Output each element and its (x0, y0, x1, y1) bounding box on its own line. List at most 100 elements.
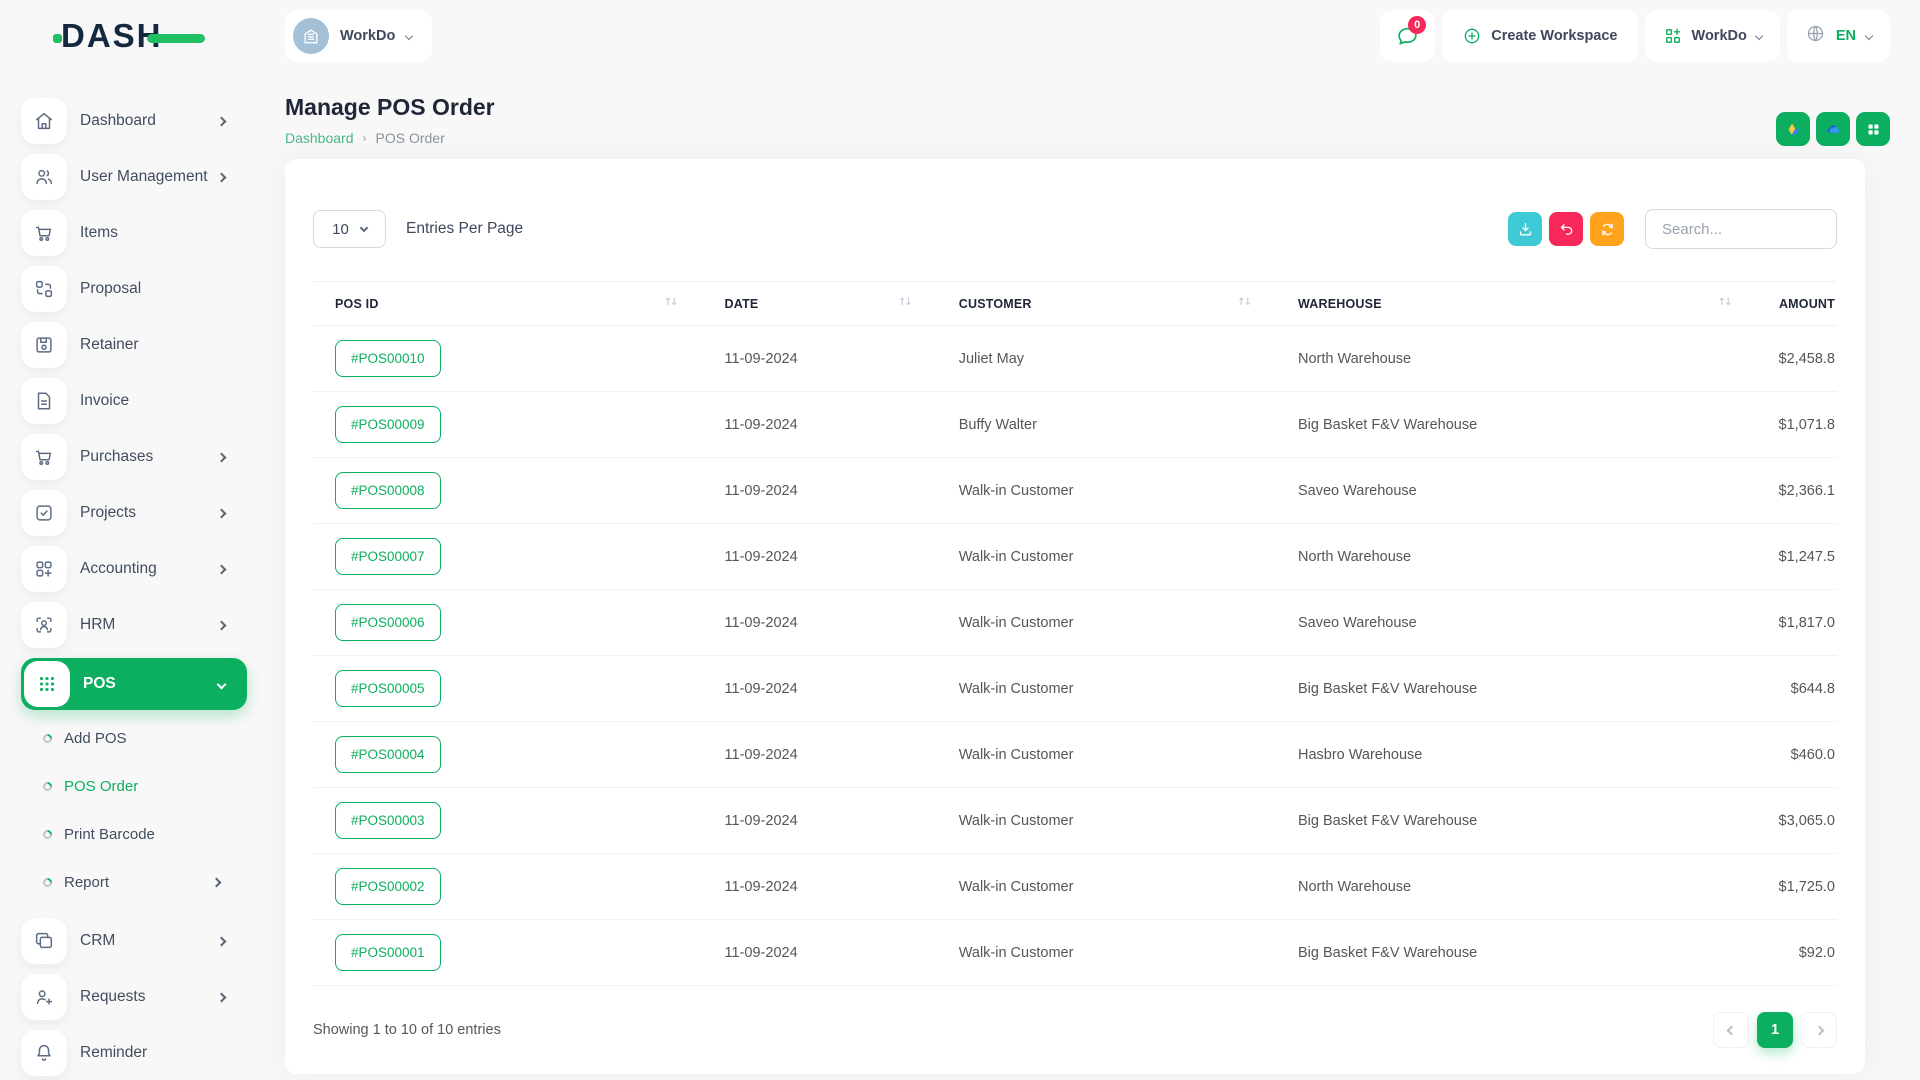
bullet-icon (41, 876, 54, 889)
topbar-right: 0 Create Workspace WorkDo EN (1380, 10, 1890, 62)
brand-logo[interactable]: DASH (21, 0, 247, 72)
retainer-icon (21, 322, 67, 368)
cell-pos-id: #POS00001 (313, 920, 703, 986)
sidebar-subitem-pos-order[interactable]: POS Order (21, 762, 247, 810)
refresh-button[interactable] (1590, 212, 1624, 246)
sidebar-item-invoice[interactable]: Invoice (21, 378, 247, 424)
sidebar-item-purchases[interactable]: Purchases (21, 434, 247, 480)
column-header-date: DATE↑↓ (703, 282, 937, 326)
pagination-next-button[interactable] (1801, 1012, 1837, 1048)
table-row: #POS0000811-09-2024Walk-in CustomerSaveo… (313, 458, 1837, 524)
sidebar-item-crm[interactable]: CRM (21, 918, 247, 964)
sidebar-submenu: Add POS POS Order Print Barcode Report (21, 710, 247, 908)
chevron-right-icon (217, 620, 227, 630)
proposal-icon (21, 266, 67, 312)
reset-button[interactable] (1549, 212, 1583, 246)
pos-id-badge[interactable]: #POS00001 (335, 934, 441, 971)
table-header-row: POS ID↑↓DATE↑↓CUSTOMER↑↓WAREHOUSE↑↓AMOUN… (313, 282, 1837, 326)
sidebar-item-requests[interactable]: Requests (21, 974, 247, 1020)
pos-order-card: 10 Entries Per Page POS ID↑↓DATE↑↓CUSTOM… (285, 159, 1865, 1074)
breadcrumb-separator: › (363, 131, 367, 145)
pagination-page-1[interactable]: 1 (1757, 1012, 1793, 1048)
google-drive-icon (1785, 121, 1802, 138)
pos-id-badge[interactable]: #POS00007 (335, 538, 441, 575)
entries-per-page-select[interactable]: 10 (313, 210, 386, 248)
column-header-pos-id: POS ID↑↓ (313, 282, 703, 326)
chevron-right-icon (212, 877, 222, 887)
sort-icon[interactable]: ↑↓ (1237, 297, 1250, 308)
invoice-icon (21, 378, 67, 424)
sidebar-item-accounting[interactable]: Accounting (21, 546, 247, 592)
sidebar-item-label: Dashboard (80, 112, 218, 130)
workspace-selector[interactable]: WorkDo (285, 10, 432, 62)
column-header-customer: CUSTOMER↑↓ (937, 282, 1276, 326)
purchases-icon (21, 434, 67, 480)
sidebar-item-label: User Management (80, 168, 218, 186)
sidebar-subitem-label: POS Order (64, 778, 247, 795)
sort-icon[interactable]: ↑↓ (664, 297, 677, 308)
breadcrumb-dashboard-link[interactable]: Dashboard (285, 130, 354, 146)
sidebar-item-items[interactable]: Items (21, 210, 247, 256)
pos-id-badge[interactable]: #POS00010 (335, 340, 441, 377)
sidebar-item-pos[interactable]: POS (21, 658, 247, 710)
sidebar-item-reminder[interactable]: Reminder (21, 1030, 247, 1076)
sidebar-subitem-label: Print Barcode (64, 826, 247, 843)
column-header-label: AMOUNT (1779, 297, 1835, 311)
chevron-right-icon (217, 936, 227, 946)
google-drive-button[interactable] (1776, 112, 1810, 146)
sidebar-item-proposal[interactable]: Proposal (21, 266, 247, 312)
toolbar-right (1508, 209, 1837, 249)
sidebar-subitem-add-pos[interactable]: Add POS (21, 714, 247, 762)
chevron-down-icon (217, 679, 227, 689)
create-workspace-button[interactable]: Create Workspace (1442, 10, 1637, 62)
pos-id-badge[interactable]: #POS00006 (335, 604, 441, 641)
pos-id-badge[interactable]: #POS00009 (335, 406, 441, 443)
search-input[interactable] (1645, 209, 1837, 249)
pos-order-table: POS ID↑↓DATE↑↓CUSTOMER↑↓WAREHOUSE↑↓AMOUN… (313, 281, 1837, 986)
sidebar-item-user-management[interactable]: User Management (21, 154, 247, 200)
sort-icon[interactable]: ↑↓ (898, 297, 911, 308)
cell-date: 11-09-2024 (703, 854, 937, 920)
sidebar-subitem-report[interactable]: Report (21, 858, 247, 906)
onedrive-button[interactable] (1816, 112, 1850, 146)
sidebar-item-dashboard[interactable]: Dashboard (21, 98, 247, 144)
entries-per-page-label: Entries Per Page (406, 220, 523, 238)
cell-warehouse: North Warehouse (1276, 854, 1757, 920)
sidebar-subitem-print-barcode[interactable]: Print Barcode (21, 810, 247, 858)
cell-warehouse: North Warehouse (1276, 326, 1757, 392)
sidebar-subitem-label: Report (64, 874, 213, 891)
table-row: #POS0001011-09-2024Juliet MayNorth Wareh… (313, 326, 1837, 392)
chevron-down-icon (405, 32, 413, 40)
sort-icon[interactable]: ↑↓ (1718, 297, 1731, 308)
refresh-icon (1599, 221, 1616, 238)
cell-amount: $1,071.8 (1757, 392, 1837, 458)
cell-customer: Juliet May (937, 326, 1276, 392)
export-button[interactable] (1508, 212, 1542, 246)
pos-id-badge[interactable]: #POS00002 (335, 868, 441, 905)
pos-id-badge[interactable]: #POS00003 (335, 802, 441, 839)
cell-date: 11-09-2024 (703, 392, 937, 458)
cell-warehouse: Big Basket F&V Warehouse (1276, 920, 1757, 986)
sidebar-item-retainer[interactable]: Retainer (21, 322, 247, 368)
table-row: #POS0000111-09-2024Walk-in CustomerBig B… (313, 920, 1837, 986)
cell-date: 11-09-2024 (703, 524, 937, 590)
table-row: #POS0000611-09-2024Walk-in CustomerSaveo… (313, 590, 1837, 656)
table-row: #POS0000711-09-2024Walk-in CustomerNorth… (313, 524, 1837, 590)
pagination-prev-button[interactable] (1713, 1012, 1749, 1048)
sidebar-item-projects[interactable]: Projects (21, 490, 247, 536)
grid-icon (1865, 121, 1882, 138)
requests-icon (21, 974, 67, 1020)
pos-id-badge[interactable]: #POS00005 (335, 670, 441, 707)
workdo-menu-button[interactable]: WorkDo (1645, 10, 1780, 62)
pos-id-badge[interactable]: #POS00008 (335, 472, 441, 509)
sidebar-item-hrm[interactable]: HRM (21, 602, 247, 648)
grid-view-button[interactable] (1856, 112, 1890, 146)
app-root: DASH Dashboard User Management Items Propos… (0, 0, 1920, 1080)
language-selector[interactable]: EN (1787, 10, 1890, 62)
table-controls: 10 Entries Per Page (313, 209, 1837, 249)
cell-customer: Walk-in Customer (937, 524, 1276, 590)
home-icon (21, 98, 67, 144)
main-area: WorkDo 0 Create Workspace WorkDo (285, 0, 1920, 1080)
messages-button[interactable]: 0 (1380, 10, 1435, 62)
pos-id-badge[interactable]: #POS00004 (335, 736, 441, 773)
